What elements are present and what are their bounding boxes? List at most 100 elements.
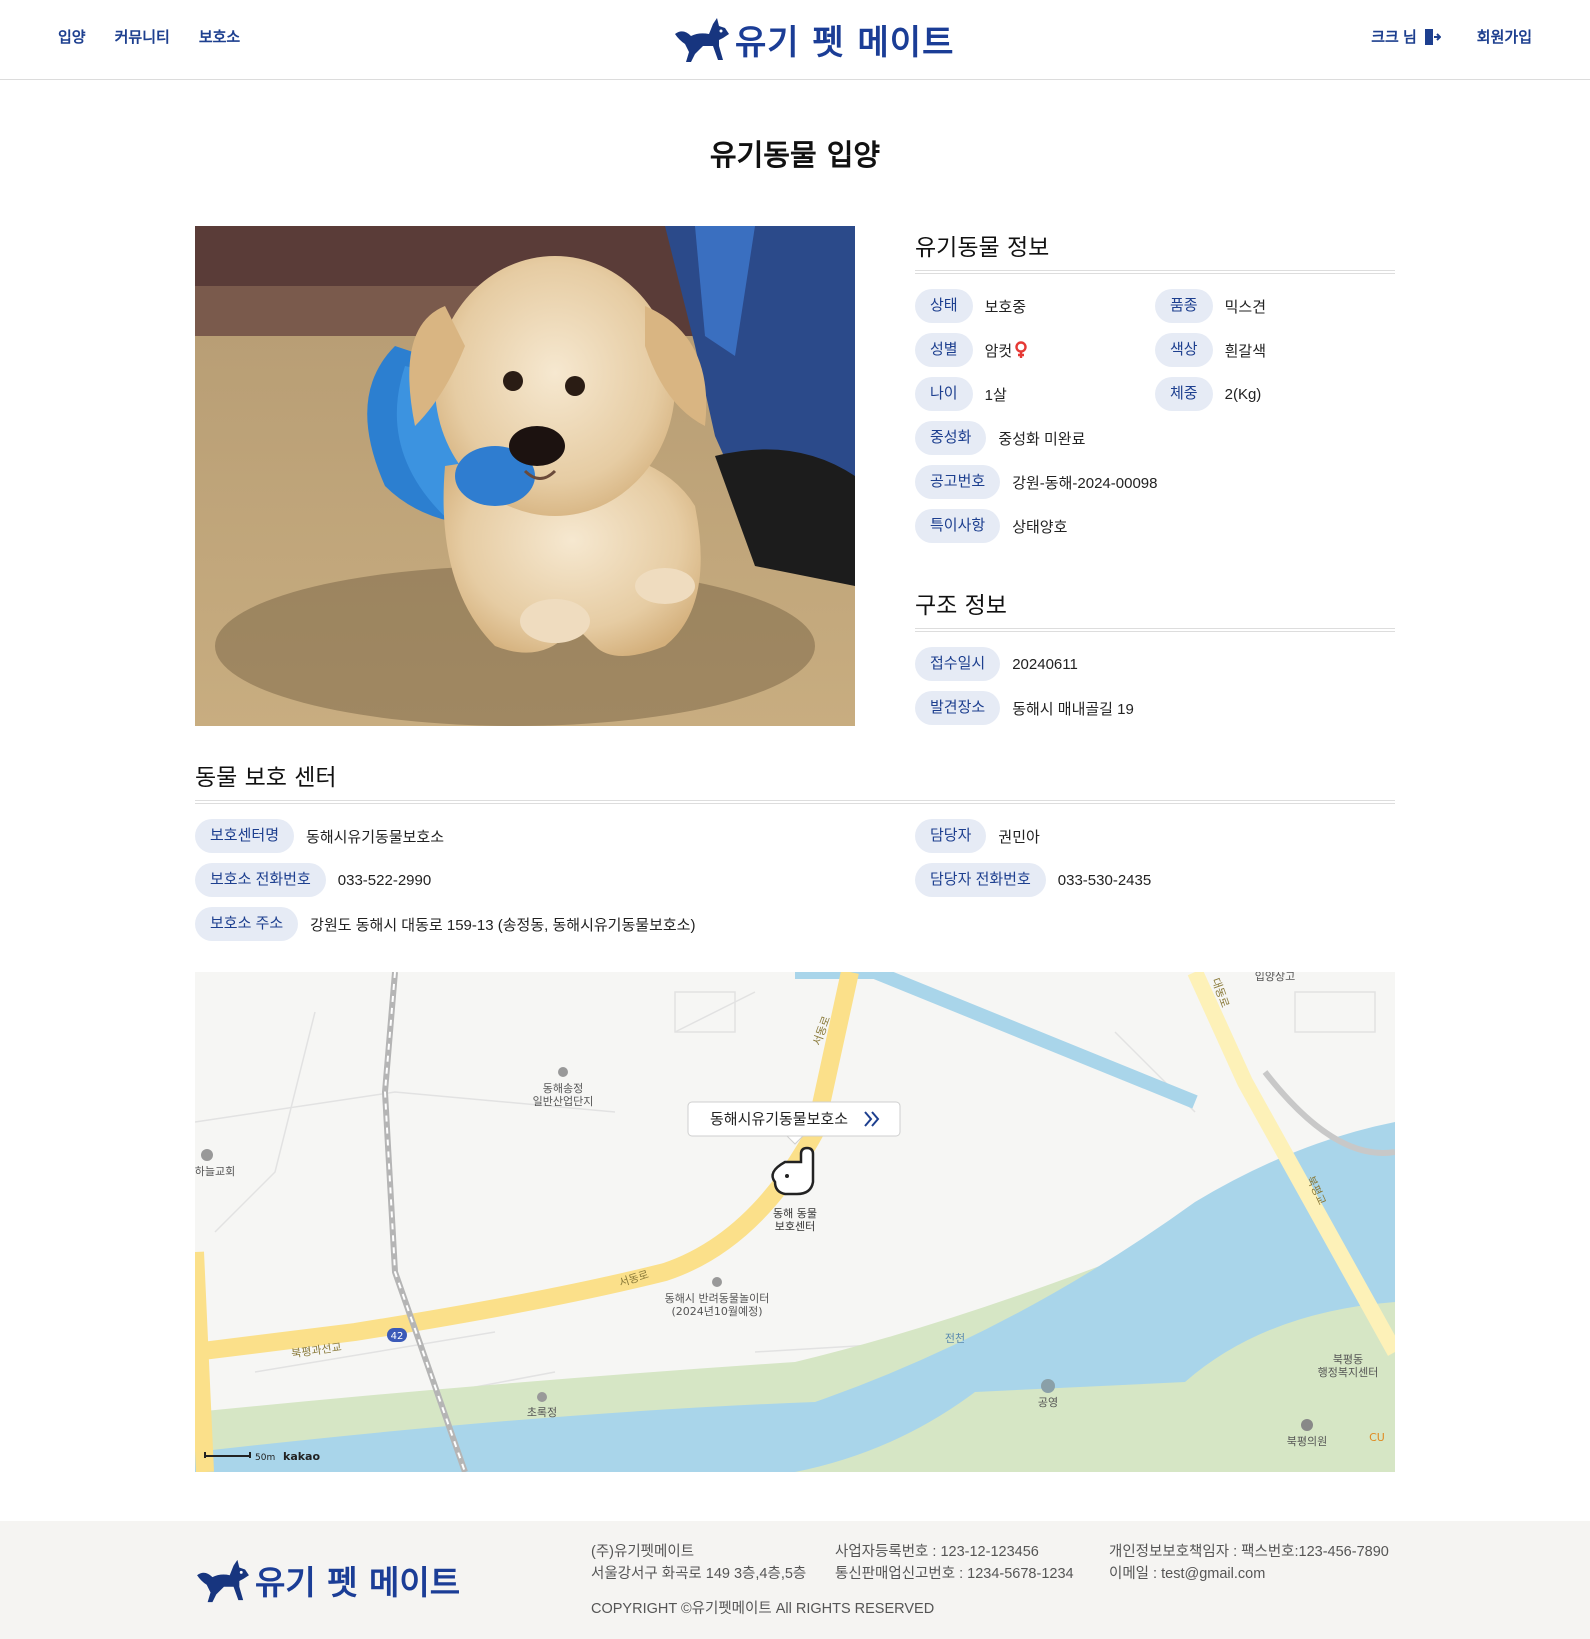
center-address-label: 보호소 주소	[195, 907, 299, 941]
poi-industrial-2: 일반산업단지	[533, 1094, 594, 1108]
poi-playground-1: 동해시 반려동물놀이터	[665, 1291, 770, 1305]
dog-logo-icon	[197, 1559, 249, 1603]
main-nav: 입양 커뮤니티 보호소	[58, 26, 240, 47]
dog-logo-icon	[675, 18, 729, 62]
info-breed: 품종 믹스견	[1155, 289, 1266, 323]
age-value: 1살	[984, 386, 1007, 404]
place-value: 동해시 매내골길 19	[1012, 700, 1134, 718]
nav-shelter[interactable]: 보호소	[199, 26, 240, 47]
color-value: 흰갈색	[1224, 342, 1267, 360]
neuter-value: 중성화 미완료	[998, 430, 1086, 448]
nav-adopt[interactable]: 입양	[58, 26, 86, 47]
breed-value: 믹스견	[1224, 298, 1267, 316]
status-label: 상태	[915, 289, 973, 323]
marker-label: 동해시유기동물보호소	[710, 1110, 848, 1128]
footer-address: 서울강서구 화곡로 149 3층,4층,5층	[591, 1566, 807, 1582]
date-label: 접수일시	[915, 647, 1001, 681]
color-label: 색상	[1155, 333, 1213, 367]
cu-label: CU	[1369, 1431, 1385, 1444]
status-value: 보호중	[984, 298, 1027, 316]
center-manager: 담당자 권민아	[915, 819, 1040, 853]
neuter-label: 중성화	[915, 421, 987, 455]
manager-phone-label: 담당자 전화번호	[915, 863, 1046, 897]
footer-contact-col: 개인정보보호책임자 : 팩스번호:123-456-7890 이메일 : test…	[1109, 1541, 1389, 1585]
scale-text: 50m	[255, 1453, 275, 1463]
rescue-date: 접수일시 20240611	[915, 647, 1078, 681]
header: 입양 커뮤니티 보호소 유기 펫 메이트 크크 님 회원가입	[0, 0, 1590, 80]
center-address-value: 강원도 동해시 대동로 159-13 (송정동, 동해시유기동물보호소)	[310, 916, 696, 934]
manager-value: 권민아	[998, 828, 1040, 846]
manager-label: 담당자	[915, 819, 987, 853]
notice-label: 공고번호	[915, 465, 1001, 499]
center-name: 보호센터명 동해시유기동물보호소	[195, 819, 444, 853]
notice-value: 강원-동해-2024-00098	[1012, 474, 1158, 492]
divider	[195, 800, 1395, 804]
center-phone: 보호소 전화번호 033-522-2990	[195, 863, 431, 897]
poi-top: 입양상고	[1255, 972, 1295, 983]
poi-chorok: 초록정	[527, 1406, 557, 1419]
site-logo[interactable]: 유기 펫 메이트	[673, 14, 954, 64]
logout-button[interactable]: 크크 님	[1371, 26, 1441, 47]
info-weight: 체중 2(Kg)	[1155, 377, 1261, 411]
info-notice: 공고번호 강원-동해-2024-00098	[915, 465, 1157, 499]
poi-industrial-1: 동해송정	[543, 1081, 583, 1095]
user-name: 크크 님	[1371, 29, 1417, 46]
rescue-info-heading: 구조 정보	[915, 593, 1007, 619]
center-heading: 동물 보호 센터	[195, 765, 337, 791]
center-name-label: 보호센터명	[195, 819, 295, 853]
date-value: 20240611	[1012, 655, 1078, 673]
page-title: 유기동물 입양	[709, 138, 881, 172]
animal-info-heading: 유기동물 정보	[915, 235, 1050, 261]
center-name-value: 동해시유기동물보호소	[306, 828, 445, 846]
signup-link[interactable]: 회원가입	[1477, 26, 1532, 47]
info-special: 특이사항 상태양호	[915, 509, 1067, 543]
center-phone-label: 보호소 전화번호	[195, 863, 326, 897]
rescue-place: 발견장소 동해시 매내골길 19	[915, 691, 1134, 725]
info-color: 색상 흰갈색	[1155, 333, 1266, 367]
info-status: 상태 보호중	[915, 289, 1026, 323]
female-icon	[1015, 341, 1027, 358]
footer-copyright: COPYRIGHT ©유기펫메이트 All RIGHTS RESERVED	[591, 1601, 935, 1617]
weight-label: 체중	[1155, 377, 1213, 411]
info-sex: 성별 암컷	[915, 333, 1028, 367]
river-label: 전천	[945, 1331, 965, 1345]
map[interactable]: 동해송정 일반산업단지 하늘교회 동해시 반려동물놀이터 (2024년10월예정…	[195, 972, 1395, 1472]
divider	[915, 270, 1395, 274]
info-neuter: 중성화 중성화 미완료	[915, 421, 1085, 455]
poi-church: 하늘교회	[195, 1164, 235, 1178]
logout-icon	[1424, 28, 1441, 45]
info-age: 나이 1살	[915, 377, 1007, 411]
breed-label: 품종	[1155, 289, 1213, 323]
footer-biz-col: 사업자등록번호 : 123-12-123456 통신판매업신고번호 : 1234…	[835, 1541, 1074, 1585]
center-address: 보호소 주소 강원도 동해시 대동로 159-13 (송정동, 동해시유기동물보…	[195, 907, 695, 941]
special-value: 상태양호	[1012, 518, 1068, 536]
footer-company: (주)유기펫메이트	[591, 1544, 695, 1560]
poi-center-1: 동해 동물	[773, 1206, 817, 1220]
poi-bukpyeong-1: 북평동	[1333, 1353, 1363, 1366]
sex-value: 암컷	[984, 342, 1013, 360]
poi-center-2: 보호센터	[775, 1220, 815, 1233]
sex-label: 성별	[915, 333, 973, 367]
weight-value: 2(Kg)	[1224, 385, 1262, 403]
center-phone-value: 033-522-2990	[337, 871, 432, 889]
center-manager-phone: 담당자 전화번호 033-530-2435	[915, 863, 1151, 897]
special-label: 특이사항	[915, 509, 1001, 543]
animal-photo	[195, 226, 855, 726]
place-label: 발견장소	[915, 691, 1001, 725]
age-label: 나이	[915, 377, 973, 411]
footer-privacy: 개인정보보호책임자 : 팩스번호:123-456-7890	[1109, 1544, 1389, 1560]
road-42: 42	[391, 1331, 404, 1342]
footer-mail-order: 통신판매업신고번호 : 1234-5678-1234	[835, 1566, 1074, 1582]
poi-playground-2: (2024년10월예정)	[671, 1305, 762, 1318]
manager-phone-value: 033-530-2435	[1057, 871, 1152, 889]
divider	[915, 628, 1395, 632]
nav-community[interactable]: 커뮤니티	[115, 26, 170, 47]
poi-parking: 공영	[1038, 1396, 1058, 1409]
kakao-logo: kakao	[283, 1450, 320, 1463]
poi-clinic: 북평의원	[1287, 1435, 1327, 1448]
footer-email: 이메일 : test@gmail.com	[1109, 1566, 1266, 1582]
poi-bukpyeong-2: 행정복지센터	[1318, 1366, 1379, 1379]
footer-logo-text: 유기 펫 메이트	[255, 1563, 461, 1602]
logo-text: 유기 펫 메이트	[735, 22, 955, 63]
footer-biz-no: 사업자등록번호 : 123-12-123456	[835, 1544, 1039, 1560]
